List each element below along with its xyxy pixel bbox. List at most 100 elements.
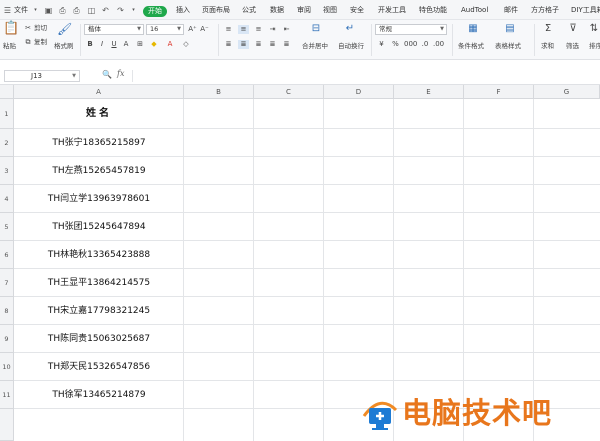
sum-button[interactable]: 求和: [541, 42, 554, 51]
align-middle-icon[interactable]: ≡: [238, 25, 249, 34]
save-icon[interactable]: ▣: [44, 6, 53, 15]
column-header-e[interactable]: E: [394, 85, 464, 99]
align-center-icon[interactable]: ≣: [238, 40, 249, 49]
tab-special-features[interactable]: 特色功能: [419, 0, 447, 20]
format-painter-button[interactable]: 格式刷: [54, 42, 74, 51]
cell-a10[interactable]: TH郑天民15326547856: [14, 353, 184, 381]
table-style-button[interactable]: 表格样式: [495, 42, 521, 51]
row-header-11[interactable]: 11: [0, 381, 14, 409]
merge-center-icon[interactable]: ⊟: [309, 24, 323, 34]
format-painter-icon[interactable]: 🖌: [57, 23, 72, 35]
row-header-1[interactable]: 1: [0, 99, 14, 129]
cell-a8[interactable]: TH宋立嘉17798321245: [14, 297, 184, 325]
percent-icon[interactable]: %: [391, 40, 400, 49]
copy-button[interactable]: 复制: [34, 38, 47, 47]
tab-developer[interactable]: 开发工具: [378, 0, 406, 20]
cut-button[interactable]: 剪切: [34, 24, 47, 33]
name-box[interactable]: J13 ▼: [4, 70, 80, 82]
export-pdf-icon[interactable]: ⎙: [58, 6, 67, 15]
sum-icon[interactable]: Σ: [541, 24, 555, 34]
distributed-icon[interactable]: ≣: [282, 40, 291, 49]
select-all-corner[interactable]: [0, 85, 14, 99]
cell-a3[interactable]: TH左燕15265457819: [14, 157, 184, 185]
row-header-3[interactable]: 3: [0, 157, 14, 185]
print-icon[interactable]: ⎙: [72, 6, 81, 15]
align-bottom-icon[interactable]: ≡: [254, 25, 263, 34]
thousands-icon[interactable]: 000: [404, 40, 417, 49]
outdent-icon[interactable]: ⇤: [282, 25, 291, 34]
tab-security[interactable]: 安全: [350, 0, 364, 20]
column-header-a[interactable]: A: [14, 85, 184, 99]
fx-icon[interactable]: fx: [117, 69, 124, 78]
zoom-icon[interactable]: 🔍: [102, 70, 112, 79]
filter-button[interactable]: 筛选: [566, 42, 579, 51]
decrease-font-icon[interactable]: A⁻: [200, 25, 209, 34]
bold-icon[interactable]: B: [86, 40, 94, 49]
row-header-7[interactable]: 7: [0, 269, 14, 297]
currency-icon[interactable]: ¥: [377, 40, 386, 49]
row-header-5[interactable]: 5: [0, 213, 14, 241]
fill-color-icon[interactable]: ◆: [150, 40, 158, 49]
conditional-format-button[interactable]: 条件格式: [458, 42, 484, 51]
tab-page-layout[interactable]: 页面布局: [202, 0, 230, 20]
increase-font-icon[interactable]: A⁺: [188, 25, 197, 34]
clear-format-icon[interactable]: ◇: [182, 40, 190, 49]
underline-icon[interactable]: U: [110, 40, 118, 49]
row-header-2[interactable]: 2: [0, 129, 14, 157]
align-top-icon[interactable]: ≡: [224, 25, 233, 34]
row-header-8[interactable]: 8: [0, 297, 14, 325]
tab-formulas[interactable]: 公式: [242, 0, 256, 20]
row-header-6[interactable]: 6: [0, 241, 14, 269]
tab-mail[interactable]: 邮件: [504, 0, 518, 20]
cell-a7[interactable]: TH王显平13864214575: [14, 269, 184, 297]
font-size-select[interactable]: 16 ▼: [146, 24, 184, 35]
tab-insert[interactable]: 插入: [176, 0, 190, 20]
column-header-g[interactable]: G: [534, 85, 600, 99]
cell-a4[interactable]: TH闫立学13963978601: [14, 185, 184, 213]
print-preview-icon[interactable]: ◫: [87, 6, 96, 15]
justify-icon[interactable]: ≣: [268, 40, 277, 49]
row-header-12[interactable]: [0, 409, 14, 441]
tab-fangfang[interactable]: 方方格子: [531, 0, 559, 20]
decrease-decimal-icon[interactable]: .00: [433, 40, 444, 49]
column-header-b[interactable]: B: [184, 85, 254, 99]
row-header-10[interactable]: 10: [0, 353, 14, 381]
column-header-d[interactable]: D: [324, 85, 394, 99]
paste-button[interactable]: 粘贴: [3, 42, 16, 51]
tab-audtool[interactable]: AudTool: [461, 0, 488, 20]
merge-center-button[interactable]: 合并居中: [302, 42, 328, 51]
border-icon[interactable]: ⊞: [136, 40, 144, 49]
cell-a1[interactable]: 姓名: [14, 99, 184, 129]
cell-a2[interactable]: TH张宁18365215897: [14, 129, 184, 157]
wrap-text-icon[interactable]: ↵: [343, 24, 357, 34]
paste-icon[interactable]: 📋: [3, 22, 19, 35]
align-left-icon[interactable]: ≣: [224, 40, 233, 49]
column-header-f[interactable]: F: [464, 85, 534, 99]
cell-a5[interactable]: TH张团15245647894: [14, 213, 184, 241]
font-name-select[interactable]: 楷体 ▼: [84, 24, 144, 35]
table-style-icon[interactable]: ▤: [503, 24, 517, 34]
tab-view[interactable]: 视图: [323, 0, 337, 20]
file-menu[interactable]: 文件: [14, 0, 28, 20]
align-right-icon[interactable]: ≣: [254, 40, 263, 49]
filter-icon[interactable]: ⊽: [566, 24, 580, 34]
row-header-4[interactable]: 4: [0, 185, 14, 213]
cell-a9[interactable]: TH陈同贵15063025687: [14, 325, 184, 353]
font-color-icon[interactable]: A: [166, 40, 174, 49]
row-header-9[interactable]: 9: [0, 325, 14, 353]
sort-button[interactable]: 排序: [589, 42, 600, 51]
more-icon[interactable]: ▾: [129, 6, 138, 15]
menu-icon[interactable]: ☰: [3, 6, 12, 15]
conditional-format-icon[interactable]: ▦: [466, 24, 480, 34]
undo-icon[interactable]: ↶: [101, 6, 110, 15]
cell-a11[interactable]: TH徐军13465214879: [14, 381, 184, 409]
formula-input[interactable]: [132, 70, 596, 82]
indent-icon[interactable]: ⇥: [268, 25, 277, 34]
cell-a6[interactable]: TH林艳秋13365423888: [14, 241, 184, 269]
strikethrough-icon[interactable]: A: [122, 40, 130, 49]
chevron-down-icon[interactable]: ▾: [31, 6, 40, 15]
number-format-select[interactable]: 常规 ▼: [375, 24, 447, 35]
tab-data[interactable]: 数据: [270, 0, 284, 20]
tab-diy-toolbox[interactable]: DIY工具箱: [571, 0, 600, 20]
italic-icon[interactable]: I: [98, 40, 106, 49]
